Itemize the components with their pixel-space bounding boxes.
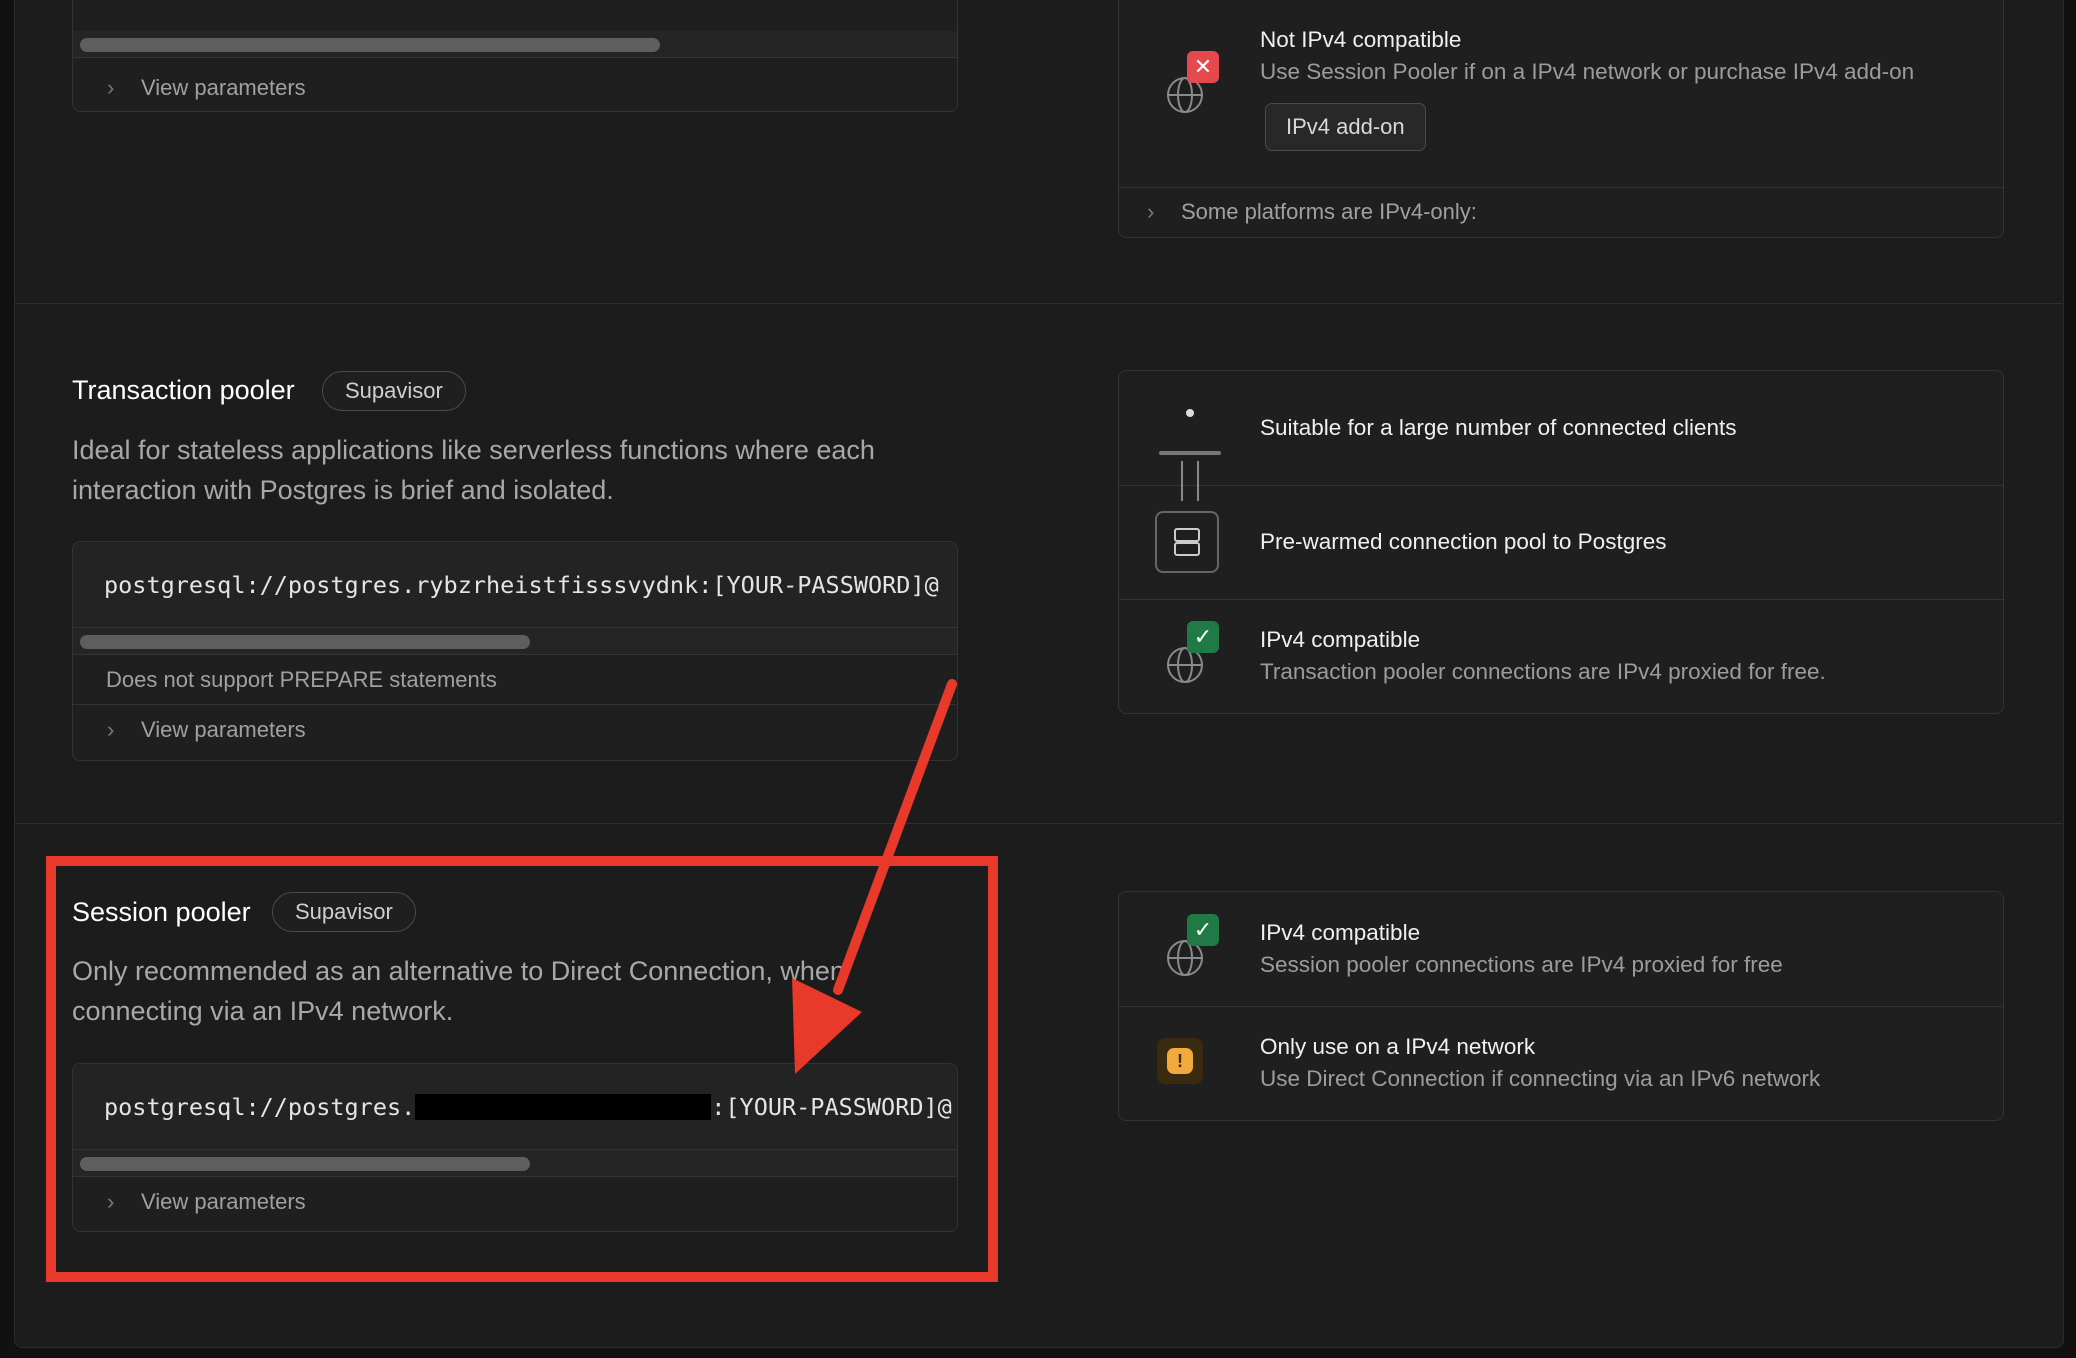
annotation-arrow — [792, 679, 957, 1074]
